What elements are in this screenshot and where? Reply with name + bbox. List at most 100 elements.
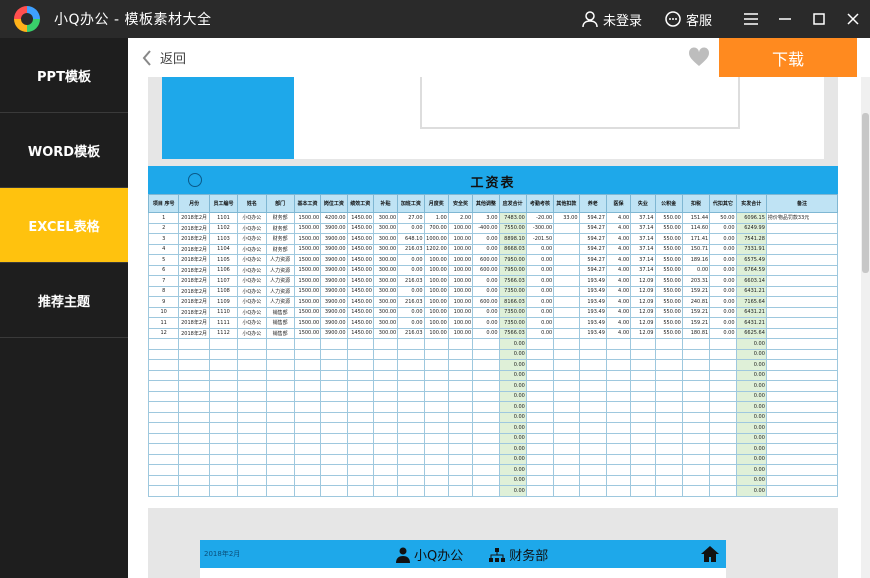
table-cell-empty xyxy=(346,390,374,402)
table-cell-empty xyxy=(208,401,239,413)
table-cell: 180.81 xyxy=(681,327,711,339)
table-cell-empty xyxy=(178,443,210,455)
table-cell: 300.00 xyxy=(372,254,399,266)
table-cell-empty xyxy=(293,432,322,444)
table-cell xyxy=(553,243,580,255)
table-cell-empty xyxy=(293,485,322,497)
table-cell-empty xyxy=(320,348,348,360)
table-cell: 2018年2月 xyxy=(178,222,210,234)
table-row-empty: 0.00 0.00 xyxy=(147,474,839,486)
table-cell: 6431.21 xyxy=(735,285,767,297)
sidebar-item-excel[interactable]: EXCEL表格 xyxy=(0,188,128,263)
sidebar-item-word[interactable]: WORD模板 xyxy=(0,113,128,188)
close-button[interactable] xyxy=(836,0,870,38)
table-cell-empty xyxy=(765,443,839,455)
table-cell: 300.00 xyxy=(372,222,399,234)
download-button[interactable]: 下载 xyxy=(719,38,857,77)
table-row: 9 2018年2月 1109 小Q办公 人力资源 1500.00 3900.00 1450.0… xyxy=(147,296,839,308)
table-cell: 550.00 xyxy=(654,264,683,276)
menu-button[interactable] xyxy=(734,0,768,38)
table-cell-empty xyxy=(525,464,555,476)
table-cell: 0.00 xyxy=(397,306,425,318)
heart-icon[interactable] xyxy=(688,47,710,67)
table-cell-empty xyxy=(578,422,607,434)
back-button[interactable]: 返回 xyxy=(142,48,186,67)
table-cell-empty xyxy=(709,369,737,381)
table-cell-empty xyxy=(178,348,210,360)
vertical-scrollbar[interactable] xyxy=(861,77,870,578)
table-row-empty: 0.00 0.00 xyxy=(147,432,839,444)
table-cell xyxy=(765,243,839,255)
table-cell-empty xyxy=(293,453,322,465)
table-cell xyxy=(765,317,839,329)
table-cell: 100.00 xyxy=(447,306,474,318)
table-cell-empty xyxy=(447,453,474,465)
table-cell xyxy=(765,264,839,276)
table-cell: 8668.03 xyxy=(498,243,527,255)
table-cell-empty xyxy=(525,453,555,465)
table-cell: 1450.00 xyxy=(346,317,374,329)
table-cell-empty xyxy=(293,464,322,476)
table-cell: 4.00 xyxy=(605,275,632,287)
sheet-title: 工资表 xyxy=(470,176,516,191)
table-cell: 7566.03 xyxy=(498,327,527,339)
table-cell: 0.00 xyxy=(525,254,555,266)
back-chevron-icon xyxy=(142,49,151,66)
table-cell: 0.00 xyxy=(709,254,737,266)
table-cell: 0.00 xyxy=(472,317,500,329)
table-cell-empty xyxy=(372,432,399,444)
table-cell-empty xyxy=(578,338,607,350)
maximize-button[interactable] xyxy=(802,0,836,38)
table-cell: 594.27 xyxy=(578,243,607,255)
table-cell: 4200.00 xyxy=(320,212,348,224)
sidebar-item-recommended[interactable]: 推荐主题 xyxy=(0,263,128,338)
table-cell: 3 xyxy=(147,233,180,245)
table-header-cell: 代扣其它 xyxy=(709,194,737,213)
table-cell xyxy=(765,222,839,234)
table-header-cell: 部门 xyxy=(265,194,295,213)
table-cell: 100.00 xyxy=(447,222,474,234)
table-cell-empty xyxy=(265,338,295,350)
title-bar: 小Q办公 - 模板素材大全 未登录 客服 xyxy=(0,0,870,38)
table-cell xyxy=(553,222,580,234)
table-cell: 100.00 xyxy=(447,243,474,255)
table-cell: 3900.00 xyxy=(320,222,348,234)
login-button[interactable]: 未登录 xyxy=(581,10,642,29)
table-cell-empty xyxy=(178,422,210,434)
table-cell-empty xyxy=(237,411,267,423)
table-cell-zero: 0.00 xyxy=(498,411,527,423)
table-cell-zero: 0.00 xyxy=(498,390,527,402)
table-header-cell: 员工编号 xyxy=(208,194,239,213)
table-cell-empty xyxy=(605,411,632,423)
table-cell-empty xyxy=(346,359,374,371)
table-cell-empty xyxy=(630,359,656,371)
table-cell: 4.00 xyxy=(605,296,632,308)
table-cell: 100.00 xyxy=(423,327,449,339)
table-cell-empty xyxy=(605,474,632,486)
table-cell-empty xyxy=(423,390,449,402)
table-cell-zero: 0.00 xyxy=(735,348,767,360)
table-cell: 240.81 xyxy=(681,296,711,308)
main-content: 返回 下载 工资表 项目 序号 月份 员工编号 姓名 部门 基本工资 岗位工资 绩效工资 补贴加… xyxy=(128,38,870,578)
sidebar-item-ppt[interactable]: PPT模板 xyxy=(0,38,128,113)
table-cell: 0.00 xyxy=(472,306,500,318)
table-cell-empty xyxy=(147,422,180,434)
table-cell-empty xyxy=(397,348,425,360)
service-button[interactable]: 客服 xyxy=(664,10,712,29)
table-cell: 财务部 xyxy=(265,212,295,224)
table-cell-empty xyxy=(372,474,399,486)
minimize-button[interactable] xyxy=(768,0,802,38)
table-cell-empty xyxy=(578,380,607,392)
preview-box xyxy=(420,77,740,129)
table-cell: 12 xyxy=(147,327,180,339)
table-cell-empty xyxy=(681,464,711,476)
scrollbar-thumb[interactable] xyxy=(862,113,869,273)
table-cell: 1104 xyxy=(208,243,239,255)
table-cell-empty xyxy=(237,464,267,476)
table-cell-empty xyxy=(578,485,607,497)
table-cell: 6575.49 xyxy=(735,254,767,266)
table-cell-empty xyxy=(605,348,632,360)
table-cell-empty xyxy=(293,401,322,413)
table-cell-empty xyxy=(397,338,425,350)
preview-page-top xyxy=(162,77,824,159)
